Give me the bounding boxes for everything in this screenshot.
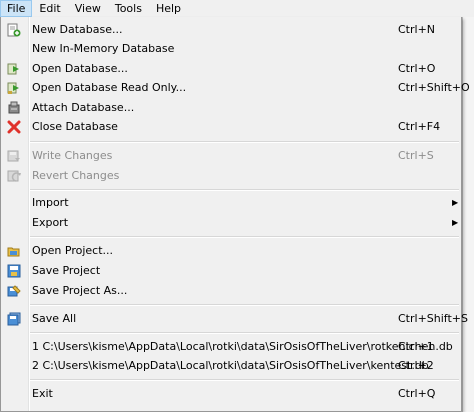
submenu-arrow-icon: ▶ [452, 218, 459, 227]
menu-separator [30, 332, 459, 334]
menu-file[interactable]: File [0, 0, 33, 17]
menu-item-save-project[interactable]: Save Project [3, 261, 459, 281]
save-project-as-icon [7, 284, 21, 298]
menu-item-label: Open Database... [32, 62, 128, 75]
menu-item-write-changes: Write Changes Ctrl+S [3, 146, 459, 166]
save-project-icon [7, 264, 21, 278]
menu-item-label: Write Changes [32, 149, 113, 162]
menu-item-shortcut: Ctrl+F4 [398, 120, 441, 133]
menu-item-new-database[interactable]: New Database... Ctrl+N [3, 20, 459, 40]
open-database-readonly-icon [7, 81, 21, 95]
menu-item-label: Save All [32, 312, 77, 325]
menu-item-close-database[interactable]: Close Database Ctrl+F4 [3, 117, 459, 137]
menu-tools[interactable]: Tools [108, 0, 149, 17]
menu-item-shortcut: Ctrl+Shift+S [398, 312, 468, 325]
menu-item-label: Close Database [32, 120, 118, 133]
menu-item-label: Open Database Read Only... [32, 81, 187, 94]
menu-item-label: Attach Database... [32, 101, 135, 114]
menu-item-revert-changes: Revert Changes [3, 166, 459, 186]
background-window-edge [462, 17, 474, 412]
menu-item-shortcut: Ctrl+S [398, 149, 434, 162]
menu-item-save-all[interactable]: Save All Ctrl+Shift+S [3, 309, 468, 329]
save-all-icon [7, 312, 21, 326]
menu-separator [30, 304, 459, 306]
menu-item-open-database-read-only[interactable]: Open Database Read Only... Ctrl+Shift+O [3, 78, 470, 98]
menu-edit[interactable]: Edit [32, 0, 67, 17]
submenu-arrow-icon: ▶ [452, 198, 459, 207]
menu-item-shortcut: Ctrl+Shift+O [398, 81, 470, 94]
menu-item-label: Save Project As... [32, 284, 128, 297]
menu-item-new-in-memory-database[interactable]: New In-Memory Database [3, 39, 459, 59]
menu-item-label: Import [32, 196, 69, 209]
menu-item-open-database[interactable]: Open Database... Ctrl+O [3, 59, 459, 79]
file-menu-dropdown: New Database... Ctrl+N New In-Memory Dat… [0, 17, 470, 412]
new-database-icon [7, 23, 21, 37]
menu-view[interactable]: View [68, 0, 108, 17]
menu-item-exit[interactable]: Exit Ctrl+Q [3, 384, 459, 404]
menu-item-shortcut: Ctrl+O [398, 62, 436, 75]
menu-item-open-project[interactable]: Open Project... [3, 241, 459, 261]
menu-help[interactable]: Help [149, 0, 188, 17]
menu-item-shortcut: Ctrl+N [398, 23, 436, 36]
close-icon [7, 120, 21, 134]
menu-item-label: 1 C:\Users\kisme\AppData\Local\rotki\dat… [32, 340, 453, 353]
menu-item-label: Export [32, 216, 69, 229]
menu-item-recent-file-1[interactable]: 1 C:\Users\kisme\AppData\Local\rotki\dat… [3, 337, 459, 357]
menu-item-label: New Database... [32, 23, 123, 36]
revert-changes-icon [7, 169, 21, 183]
write-changes-icon [7, 149, 21, 163]
menu-separator [30, 236, 459, 238]
menu-item-shortcut: Ctrl+1 [398, 340, 434, 353]
attach-database-icon [7, 101, 21, 115]
menu-separator [30, 141, 459, 143]
menu-item-label: Save Project [32, 264, 101, 277]
menu-item-label: 2 C:\Users\kisme\AppData\Local\rotki\dat… [32, 359, 429, 372]
menu-item-label: New In-Memory Database [32, 42, 175, 55]
menu-item-import[interactable]: Import ▶ [3, 193, 459, 213]
menu-bar: File Edit View Tools Help [0, 0, 474, 18]
menu-item-attach-database[interactable]: Attach Database... [3, 98, 459, 118]
menu-item-shortcut: Ctrl+Q [398, 387, 436, 400]
menu-separator [30, 379, 459, 381]
menu-item-label: Exit [32, 387, 53, 400]
open-project-icon [7, 244, 21, 258]
menu-item-shortcut: Ctrl+2 [398, 359, 434, 372]
menu-item-save-project-as[interactable]: Save Project As... [3, 281, 459, 301]
menu-item-label: Revert Changes [32, 169, 120, 182]
open-database-icon [7, 62, 21, 76]
menu-separator [30, 189, 459, 191]
menu-item-recent-file-2[interactable]: 2 C:\Users\kisme\AppData\Local\rotki\dat… [3, 356, 459, 376]
menu-item-export[interactable]: Export ▶ [3, 213, 459, 233]
menu-item-label: Open Project... [32, 244, 114, 257]
